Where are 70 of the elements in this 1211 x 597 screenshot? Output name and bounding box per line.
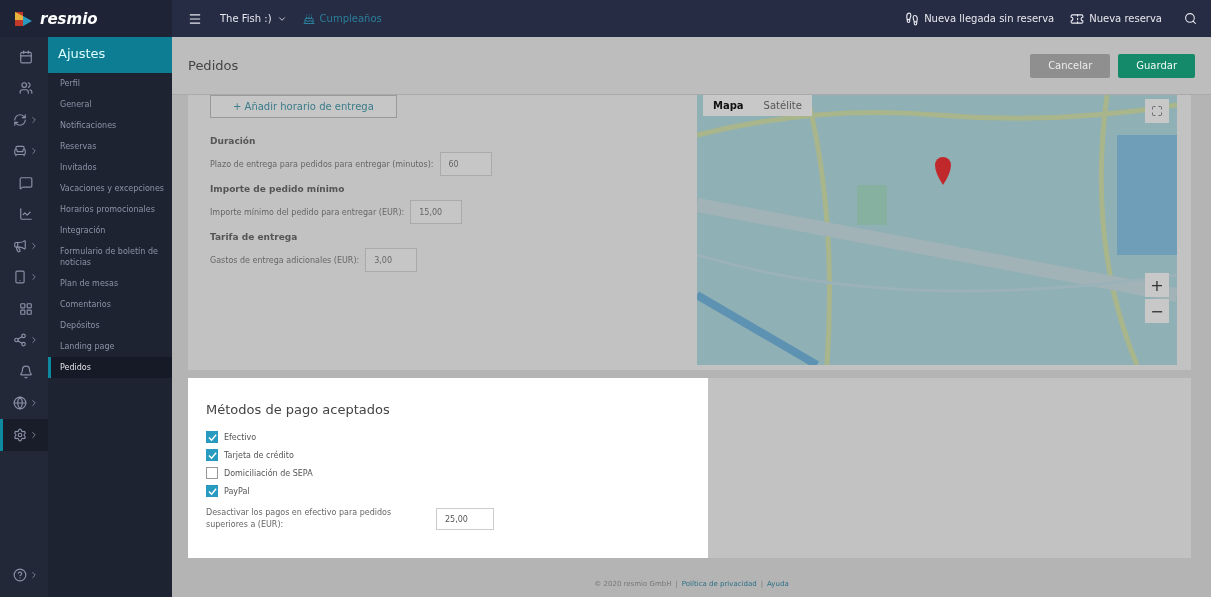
section-heading: Tarifa de entrega [210, 232, 299, 242]
checkbox[interactable] [206, 431, 218, 443]
share-icon [12, 333, 27, 348]
input-field[interactable]: 60 [439, 152, 492, 176]
settings-menu-item[interactable]: Horarios promocionales [48, 199, 172, 220]
settings-menu-item[interactable]: Landing page [48, 336, 172, 357]
settings-menu-item[interactable]: Pedidos [48, 357, 172, 378]
megaphone-icon [12, 238, 27, 253]
chart-icon [18, 207, 33, 222]
people-icon [18, 81, 33, 96]
checkbox[interactable] [206, 485, 218, 497]
new-reservation-button[interactable]: Nueva reserva [1062, 11, 1170, 26]
menu-icon [188, 11, 202, 26]
footprints-icon [905, 11, 920, 26]
settings-icon [12, 427, 27, 442]
search-icon [1184, 12, 1197, 25]
input-field[interactable]: 15,00 [410, 200, 463, 224]
birthday-link[interactable]: Cumpleaños [294, 12, 390, 25]
chat-icon [18, 175, 33, 190]
zoom-in-button[interactable]: + [1145, 273, 1169, 297]
bell-icon [18, 364, 33, 379]
zoom-out-button[interactable]: − [1145, 299, 1169, 323]
settings-menu-item[interactable]: Integración [48, 220, 172, 241]
globe-icon [12, 396, 27, 411]
settings-menu-item[interactable]: Perfil [48, 73, 172, 94]
settings-menu-item[interactable]: Comentarios [48, 294, 172, 315]
settings-menu-item[interactable]: Reservas [48, 136, 172, 157]
ticket-icon [1070, 11, 1085, 26]
fullscreen-button[interactable] [1145, 99, 1169, 123]
chair-icon [12, 144, 27, 159]
card-title: Métodos de pago aceptados [206, 402, 391, 417]
calendar-icon [18, 49, 33, 64]
settings-menu-item[interactable]: Plan de mesas [48, 273, 172, 294]
add-delivery-hours-button[interactable]: + Añadir horario de entrega [210, 95, 397, 118]
field-label: Desactivar los pagos en efectivo para pedidos superiores a (EUR): [206, 507, 393, 531]
grid-icon [18, 301, 33, 316]
nav-rail-item[interactable] [0, 419, 48, 451]
checkbox[interactable] [206, 449, 218, 461]
checkmark-icon [207, 486, 217, 496]
phone-icon [12, 270, 27, 285]
section-heading: Importe de pedido mínimo [210, 184, 346, 194]
section-heading: Duración [210, 136, 257, 146]
field-label: Plazo de entrega para pedidos para entregar (minutos): [210, 159, 434, 169]
map-type-tab[interactable]: Mapa [703, 95, 754, 116]
checkbox-label: Domiciliación de SEPA [224, 468, 313, 478]
walk-in-button[interactable]: Nueva llegada sin reserva [897, 11, 1063, 26]
settings-menu-item[interactable]: Formulario de boletín de noticias [48, 241, 172, 273]
settings-menu-item[interactable]: Vacaciones y excepciones [48, 178, 172, 199]
input-field[interactable]: 3,00 [365, 248, 418, 272]
cake-icon [302, 12, 315, 25]
checkbox-label: Efectivo [224, 432, 257, 442]
brand-name: resmio [40, 9, 98, 28]
page-title: Pedidos [188, 58, 240, 73]
venue-dropdown[interactable]: The Fish :) [212, 13, 295, 24]
field-label: Importe mínimo del pedido para entregar (EUR): [210, 207, 405, 217]
settings-menu-item[interactable]: General [48, 94, 172, 115]
checkbox-label: PayPal [224, 486, 250, 496]
settings-heading: Ajustes [48, 37, 172, 73]
settings-menu-item[interactable]: Notificaciones [48, 115, 172, 136]
checkbox-label: Tarjeta de crédito [224, 450, 294, 460]
save-button[interactable]: Guardar [1118, 53, 1195, 78]
fullscreen-icon [1151, 105, 1163, 117]
checkbox[interactable] [206, 467, 218, 479]
input-field[interactable]: 25,00 [436, 508, 494, 530]
settings-menu-item[interactable]: Depósitos [48, 315, 172, 336]
refresh-icon [12, 112, 27, 127]
settings-menu-item[interactable]: Invitados [48, 157, 172, 178]
help-icon [12, 568, 27, 583]
map-type-tab[interactable]: Satélite [753, 95, 812, 116]
field-label: Gastos de entrega adicionales (EUR): [210, 255, 360, 265]
